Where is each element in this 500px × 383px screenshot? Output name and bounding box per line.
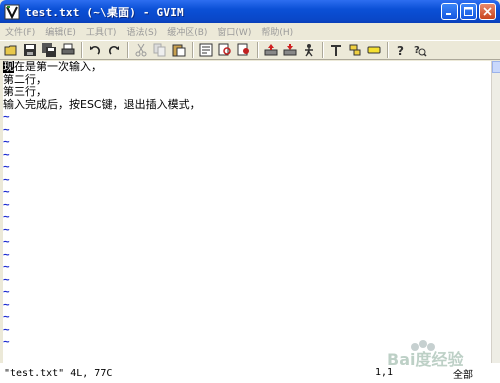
editor-area[interactable]: 现在是第一次输入， 第二行， 第三行， 输入完成后，按ESC键，退出插入模式， …	[3, 61, 491, 363]
menu-buffers[interactable]: 缓冲区(B)	[162, 25, 212, 38]
empty-lines: ~ ~ ~ ~ ~ ~ ~ ~ ~ ~ ~ ~ ~ ~ ~ ~ ~ ~ ~	[3, 110, 491, 349]
maximize-icon	[464, 7, 473, 16]
text-line: 现在是第一次输入，	[3, 61, 491, 74]
save-session-icon	[283, 44, 297, 56]
vim-icon	[4, 4, 20, 19]
copy-button[interactable]	[152, 42, 168, 58]
tilde-line: ~	[3, 160, 10, 173]
tags-icon	[367, 46, 381, 54]
replace-button[interactable]	[198, 42, 214, 58]
shell-icon	[349, 44, 361, 56]
text-line: 输入完成后，按ESC键，退出插入模式，	[3, 97, 201, 111]
tilde-line: ~	[3, 285, 10, 298]
make-button[interactable]	[328, 42, 344, 58]
cut-icon	[135, 43, 147, 57]
tags-button[interactable]	[366, 42, 382, 58]
help-icon: ?	[397, 44, 404, 57]
load-session-button[interactable]	[263, 42, 279, 58]
paste-icon	[172, 44, 186, 57]
svg-text:?: ?	[397, 44, 404, 57]
undo-button[interactable]	[87, 42, 103, 58]
menu-tools[interactable]: 工具(T)	[81, 25, 122, 38]
watermark-text: Bai度经验	[387, 350, 464, 369]
maximize-button[interactable]	[460, 3, 477, 20]
save-button[interactable]	[22, 42, 38, 58]
window-title: test.txt (~\桌面) - GVIM	[25, 5, 184, 19]
scroll-up-button[interactable]	[492, 61, 500, 73]
save-all-button[interactable]	[41, 42, 57, 58]
tilde-line: ~	[3, 247, 10, 261]
title-bar[interactable]: test.txt (~\桌面) - GVIM	[0, 0, 500, 23]
close-button[interactable]	[479, 3, 496, 20]
open-button[interactable]	[3, 42, 19, 58]
menu-bar: 文件(F) 编辑(E) 工具(T) 语法(S) 缓冲区(B) 窗口(W) 帮助(…	[0, 23, 500, 40]
cursor: 现	[3, 61, 14, 73]
help-button[interactable]: ?	[393, 42, 409, 58]
text-line-content: 在是第一次输入，	[14, 61, 102, 73]
cut-button[interactable]	[133, 42, 149, 58]
toolbar-separator	[257, 42, 259, 58]
redo-icon	[108, 45, 119, 55]
copy-icon	[153, 43, 166, 57]
tilde-line: ~	[3, 110, 10, 123]
status-message: "test.txt" 4L, 77C	[4, 367, 113, 379]
undo-icon	[90, 45, 101, 55]
tilde-line: ~	[3, 235, 10, 248]
gvim-window: test.txt (~\桌面) - GVIM 文件(F) 编辑(E) 工具(T)…	[0, 0, 500, 383]
tilde-line: ~	[3, 260, 10, 273]
make-icon	[331, 45, 341, 56]
save-all-icon	[42, 43, 56, 57]
baidu-watermark: Bai度经验	[387, 340, 464, 369]
vertical-scrollbar[interactable]	[491, 61, 500, 363]
tilde-line: ~	[3, 185, 10, 198]
print-icon	[61, 43, 75, 55]
tilde-line: ~	[3, 172, 10, 186]
shell-button[interactable]	[347, 42, 363, 58]
find-next-icon	[218, 43, 231, 56]
run-script-icon	[305, 44, 313, 57]
text-line: 第三行，	[3, 85, 47, 98]
toolbar-separator	[387, 42, 389, 58]
open-icon	[4, 45, 17, 56]
find-help-icon: ?	[414, 45, 427, 57]
find-help-button[interactable]: ?	[412, 42, 428, 58]
run-script-button[interactable]	[301, 42, 317, 58]
save-icon	[24, 44, 36, 56]
menu-file[interactable]: 文件(F)	[0, 25, 40, 38]
load-session-icon	[264, 44, 278, 56]
tilde-line: ~	[3, 197, 10, 211]
close-icon	[483, 7, 492, 16]
toolbar-separator	[322, 42, 324, 58]
tilde-line: ~	[3, 135, 10, 148]
menu-help[interactable]: 帮助(H)	[256, 25, 298, 38]
tilde-line: ~	[3, 147, 10, 161]
tilde-line: ~	[3, 222, 10, 236]
tilde-line: ~	[3, 297, 10, 311]
find-prev-icon	[237, 43, 249, 56]
menu-window[interactable]: 窗口(W)	[212, 25, 256, 38]
paste-button[interactable]	[171, 42, 187, 58]
find-next-button[interactable]	[217, 42, 233, 58]
toolbar-separator	[81, 42, 83, 58]
menu-syntax[interactable]: 语法(S)	[121, 25, 162, 38]
toolbar-separator	[192, 42, 194, 58]
tilde-line: ~	[3, 310, 10, 323]
tilde-line: ~	[3, 210, 10, 223]
save-session-button[interactable]	[282, 42, 298, 58]
replace-icon	[199, 43, 213, 57]
toolbar: ? ?	[0, 40, 500, 60]
tilde-line: ~	[3, 272, 10, 286]
toolbar-separator	[127, 42, 129, 58]
tilde-line: ~	[3, 122, 10, 136]
text-line: 第二行，	[3, 72, 47, 86]
find-prev-button[interactable]	[236, 42, 252, 58]
minimize-button[interactable]	[441, 3, 458, 20]
menu-edit[interactable]: 编辑(E)	[40, 25, 81, 38]
print-button[interactable]	[60, 42, 76, 58]
redo-button[interactable]	[106, 42, 122, 58]
minimize-icon	[446, 13, 451, 15]
